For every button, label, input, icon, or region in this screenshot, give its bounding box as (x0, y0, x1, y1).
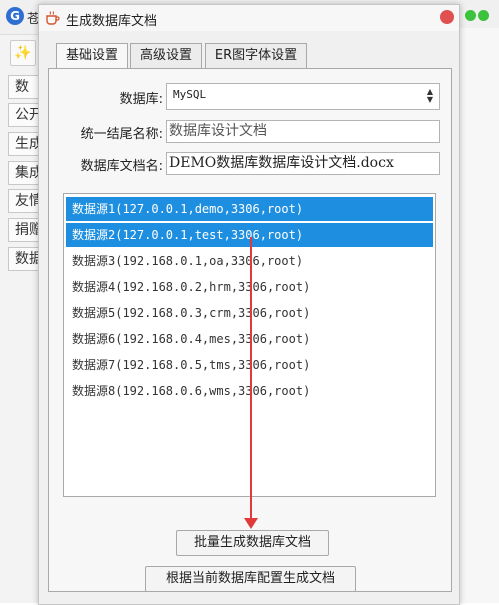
tab-basic-settings[interactable]: 基础设置 (56, 43, 128, 70)
ending-name-label: 统一结尾名称: (80, 127, 163, 142)
background-edge (459, 28, 499, 603)
annotation-arrow-head (244, 518, 258, 529)
generate-doc-dialog: 生成数据库文档 基础设置 高级设置 ER图字体设置 数据库: MySQL ▲ ▼ … (38, 4, 460, 605)
close-icon[interactable] (440, 10, 454, 24)
tab-advanced-settings[interactable]: 高级设置 (130, 43, 202, 69)
database-select-value: MySQL (173, 88, 207, 101)
dialog-titlebar: 生成数据库文档 (39, 5, 459, 31)
dialog-title: 生成数据库文档 (66, 14, 158, 29)
batch-generate-button[interactable]: 批量生成数据库文档 (176, 530, 329, 556)
spinner-arrows-icon[interactable]: ▲ ▼ (427, 88, 433, 104)
filename-label: 数据库文档名: (80, 159, 163, 174)
generate-current-button[interactable]: 根据当前数据库配置生成文档 (145, 566, 356, 592)
tab-er-font-settings[interactable]: ER图字体设置 (205, 43, 307, 69)
database-label: 数据库: (119, 92, 163, 107)
app-logo-icon: G (6, 7, 24, 25)
magic-wand-icon[interactable]: ✨ (10, 40, 36, 66)
window-dot-icon[interactable] (465, 10, 476, 21)
list-item[interactable]: 数据源1(127.0.0.1,demo,3306,root) (66, 197, 433, 221)
database-select[interactable]: MySQL ▲ ▼ (166, 83, 440, 110)
window-dot-icon[interactable] (478, 10, 489, 21)
ending-name-input[interactable]: 数据库设计文档 (166, 120, 440, 143)
filename-input[interactable]: DEMO数据库数据库设计文档.docx (166, 152, 440, 175)
annotation-arrow-line (250, 237, 252, 522)
coffee-cup-icon (46, 11, 60, 25)
